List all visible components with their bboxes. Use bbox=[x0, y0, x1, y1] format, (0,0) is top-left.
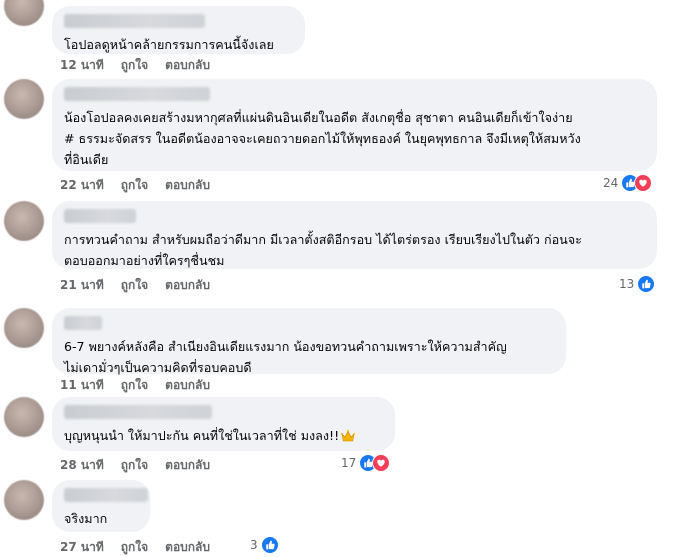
reaction-count: 13 bbox=[619, 277, 635, 291]
comment-actions: 21 นาที ถูกใจ ตอบกลับ bbox=[60, 276, 210, 295]
comment-bubble: 6-7 พยางค์หลังคือ สำเนียงอินเดียแรงมาก น… bbox=[52, 308, 566, 375]
commenter-name-blurred[interactable] bbox=[64, 488, 148, 502]
like-button[interactable]: ถูกใจ bbox=[121, 176, 148, 195]
comment-text: โอปอลดูหน้าคล้ายกรรมการคนนี้จังเลย bbox=[64, 37, 274, 52]
reply-button[interactable]: ตอบกลับ bbox=[165, 376, 210, 395]
reply-button[interactable]: ตอบกลับ bbox=[165, 276, 210, 295]
comment-text-line: ที่อินเดีย bbox=[64, 152, 109, 167]
comment-bubble: บุญหนุนนำ ให้มาปะกัน คนที่ใช่ในเวลาที่ใช… bbox=[52, 397, 395, 451]
reaction-summary[interactable]: 24 bbox=[603, 174, 653, 192]
comment-text: จริงมาก bbox=[64, 511, 108, 526]
comment-actions: 11 นาที ถูกใจ ตอบกลับ bbox=[60, 376, 210, 395]
reply-button[interactable]: ตอบกลับ bbox=[165, 56, 210, 75]
comment-actions: 22 นาที ถูกใจ ตอบกลับ bbox=[60, 176, 210, 195]
comment-timestamp[interactable]: 27 นาที bbox=[60, 538, 104, 557]
comment-timestamp[interactable]: 12 นาที bbox=[60, 56, 104, 75]
comment-bubble: น้องโอปอลคงเคยสร้างมหากุศลที่แผ่นดินอินเ… bbox=[52, 79, 657, 171]
comment-bubble: จริงมาก bbox=[52, 480, 150, 532]
reaction-count: 3 bbox=[250, 538, 258, 552]
love-reaction-icon bbox=[372, 454, 391, 472]
reaction-summary[interactable]: 13 bbox=[619, 275, 656, 293]
comment-text-line: ตอบออกมาอย่างที่ใครๆชื่นชม bbox=[64, 253, 225, 268]
comment-text-line: การทวนคำถาม สำหรับผมถือว่าดีมาก มีเวลาตั… bbox=[64, 232, 582, 247]
reply-button[interactable]: ตอบกลับ bbox=[165, 538, 210, 557]
like-button[interactable]: ถูกใจ bbox=[121, 276, 148, 295]
reaction-count: 24 bbox=[603, 176, 619, 190]
like-reaction-icon bbox=[637, 275, 656, 293]
reply-button[interactable]: ตอบกลับ bbox=[165, 176, 210, 195]
comment-text-line: # ธรรมะจัดสรร ในอดีตน้องอาจจะเคยถวายดอกไ… bbox=[64, 131, 581, 146]
comment-actions: 12 นาที ถูกใจ ตอบกลับ bbox=[60, 56, 210, 75]
like-reaction-icon bbox=[260, 536, 279, 554]
avatar[interactable] bbox=[4, 0, 44, 26]
comment-actions: 28 นาที ถูกใจ ตอบกลับ bbox=[60, 456, 210, 475]
commenter-name-blurred[interactable] bbox=[64, 209, 136, 223]
comment-timestamp[interactable]: 21 นาที bbox=[60, 276, 104, 295]
comment-text-line: น้องโอปอลคงเคยสร้างมหากุศลที่แผ่นดินอินเ… bbox=[64, 110, 573, 125]
like-button[interactable]: ถูกใจ bbox=[121, 456, 148, 475]
reaction-summary[interactable]: 17 bbox=[341, 454, 391, 472]
avatar[interactable] bbox=[4, 79, 44, 119]
commenter-name-blurred[interactable] bbox=[64, 14, 205, 28]
commenter-name-blurred[interactable] bbox=[64, 316, 102, 330]
avatar[interactable] bbox=[4, 308, 44, 348]
avatar[interactable] bbox=[4, 480, 44, 520]
reaction-count: 17 bbox=[341, 456, 357, 470]
like-button[interactable]: ถูกใจ bbox=[121, 56, 148, 75]
commenter-name-blurred[interactable] bbox=[64, 87, 210, 101]
crown-emoji-icon bbox=[341, 427, 356, 448]
avatar[interactable] bbox=[4, 397, 44, 437]
avatar[interactable] bbox=[4, 201, 44, 241]
commenter-name-blurred[interactable] bbox=[64, 405, 212, 419]
reply-button[interactable]: ตอบกลับ bbox=[165, 456, 210, 475]
comment-actions: 27 นาที ถูกใจ ตอบกลับ bbox=[60, 538, 210, 557]
comment-timestamp[interactable]: 11 นาที bbox=[60, 376, 104, 395]
comment-timestamp[interactable]: 28 นาที bbox=[60, 456, 104, 475]
comment-text: บุญหนุนนำ ให้มาปะกัน คนที่ใช่ในเวลาที่ใช… bbox=[64, 425, 383, 448]
comment-bubble: โอปอลดูหน้าคล้ายกรรมการคนนี้จังเลย bbox=[52, 6, 305, 54]
comment-text-line: 6-7 พยางค์หลังคือ สำเนียงอินเดียแรงมาก น… bbox=[64, 339, 507, 354]
like-button[interactable]: ถูกใจ bbox=[121, 538, 148, 557]
love-reaction-icon bbox=[634, 174, 653, 192]
comment-text-content: บุญหนุนนำ ให้มาปะกัน คนที่ใช่ในเวลาที่ใช… bbox=[64, 428, 340, 443]
like-button[interactable]: ถูกใจ bbox=[121, 376, 148, 395]
comment-text-line: ไม่เดามั่วๆเป็นความคิดที่รอบคอบดี bbox=[64, 360, 252, 375]
reaction-summary[interactable]: 3 bbox=[250, 536, 279, 554]
comment-bubble: การทวนคำถาม สำหรับผมถือว่าดีมาก มีเวลาตั… bbox=[52, 201, 657, 269]
comment-timestamp[interactable]: 22 นาที bbox=[60, 176, 104, 195]
